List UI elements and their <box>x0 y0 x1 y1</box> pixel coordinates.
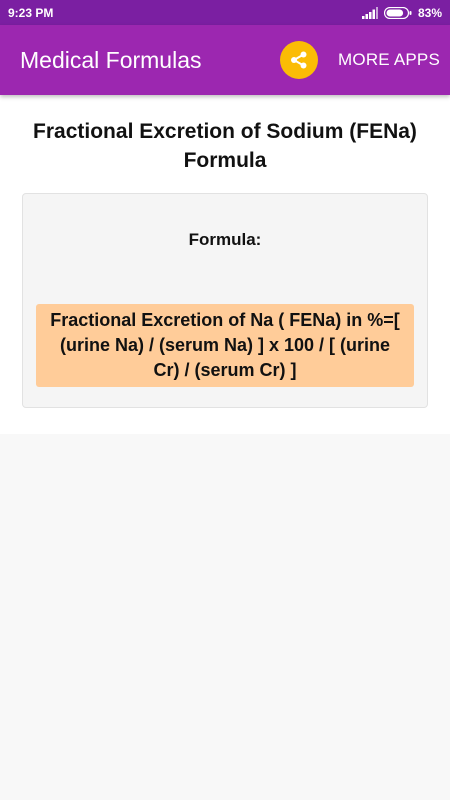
signal-icon <box>361 6 378 19</box>
status-indicators: 83% <box>361 5 442 20</box>
status-bar: 9:23 PM 83% <box>0 0 450 25</box>
battery-icon <box>383 6 412 19</box>
app-title: Medical Formulas <box>20 46 202 73</box>
formula-label: Formula: <box>188 230 262 249</box>
more-apps-button[interactable]: MORE APPS <box>338 50 440 70</box>
battery-percent: 83% <box>417 5 442 20</box>
formula-card: Formula: Fractional Excretion of Na ( FE… <box>22 193 428 408</box>
share-icon <box>291 51 307 69</box>
status-time: 9:23 PM <box>8 5 54 20</box>
formula-text: Fractional Excretion of Na ( FENa) in %=… <box>36 304 414 387</box>
share-button[interactable] <box>280 41 319 79</box>
page-title: Fractional Excretion of Sodium (FENa) Fo… <box>33 120 417 172</box>
app-bar: Medical Formulas MORE APPS <box>0 25 450 95</box>
content-panel: Fractional Excretion of Sodium (FENa) Fo… <box>0 95 450 434</box>
